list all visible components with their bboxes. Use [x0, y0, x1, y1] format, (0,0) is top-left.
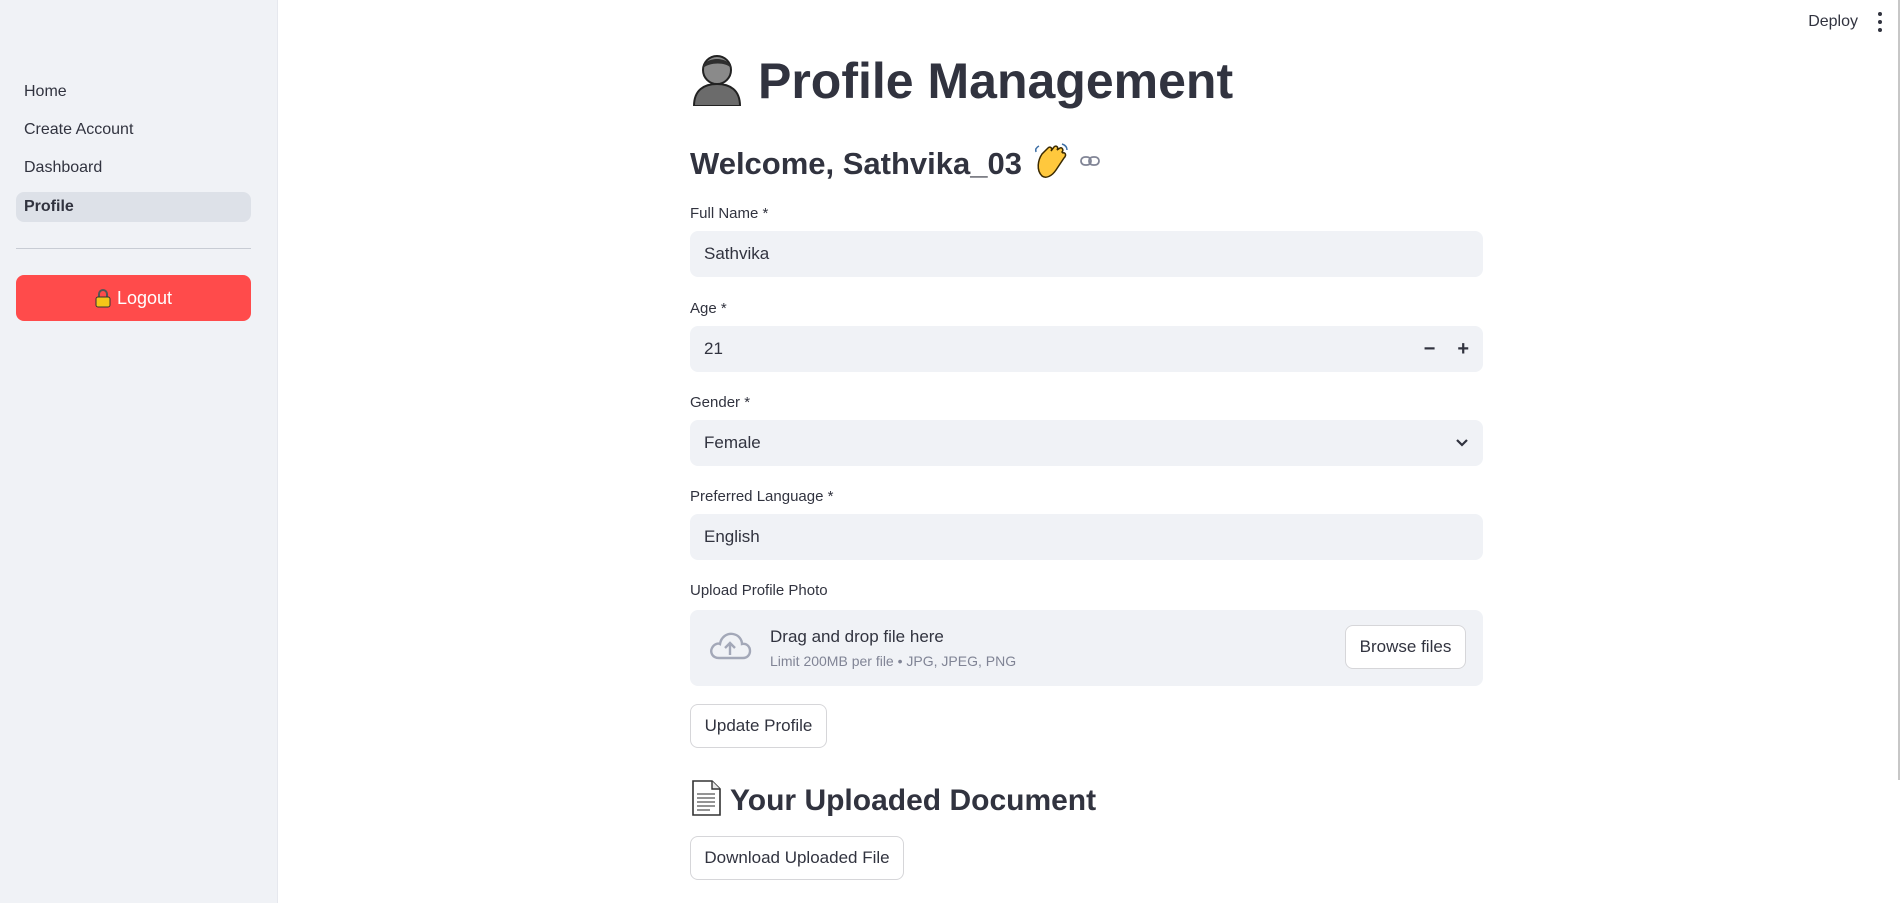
sidebar-item-home[interactable]: Home — [16, 77, 251, 107]
dropzone-title: Drag and drop file here — [770, 627, 944, 646]
dropzone-text: Drag and drop file here Limit 200MB per … — [770, 627, 1016, 669]
documents-heading-text: Your Uploaded Document — [730, 783, 1097, 817]
link-icon[interactable] — [1080, 154, 1100, 173]
welcome-heading: Welcome, Sathvika_03 — [690, 142, 1100, 185]
age-stepper: − + — [1424, 338, 1469, 361]
lock-icon — [95, 288, 111, 308]
documents-heading: Your Uploaded Document — [690, 780, 1096, 821]
more-menu-icon[interactable] — [1878, 12, 1884, 32]
update-profile-button[interactable]: Update Profile — [690, 704, 827, 748]
gender-value: Female — [704, 433, 761, 452]
gender-select[interactable]: Female — [690, 420, 1483, 466]
sidebar-item-profile[interactable]: Profile — [16, 192, 251, 222]
browse-files-button[interactable]: Browse files — [1345, 625, 1466, 669]
age-label: Age * — [690, 300, 727, 317]
sidebar: Home Create Account Dashboard Profile Lo… — [0, 0, 278, 903]
page-title: Profile Management — [690, 50, 1233, 111]
document-icon — [690, 780, 722, 821]
page-title-text: Profile Management — [758, 52, 1234, 109]
language-value: English — [704, 527, 760, 546]
language-input[interactable]: English — [690, 514, 1483, 560]
sidebar-divider — [16, 248, 251, 249]
sidebar-item-dashboard[interactable]: Dashboard — [16, 153, 251, 183]
welcome-text: Welcome, Sathvika_03 — [690, 145, 1022, 181]
logout-label: Logout — [116, 287, 173, 308]
cloud-upload-icon — [708, 630, 752, 667]
header-toolbar: Deploy — [1808, 12, 1884, 32]
sidebar-item-create-account[interactable]: Create Account — [16, 115, 251, 145]
logout-button[interactable]: Logout — [16, 275, 251, 321]
age-value: 21 — [704, 339, 723, 358]
full-name-value: Sathvika — [704, 244, 770, 263]
person-icon — [690, 50, 744, 111]
gender-label: Gender * — [690, 394, 751, 411]
full-name-label: Full Name * — [690, 205, 769, 222]
full-name-input[interactable]: Sathvika — [690, 231, 1483, 277]
dropzone-limit: Limit 200MB per file • JPG, JPEG, PNG — [770, 653, 1017, 669]
deploy-button[interactable]: Deploy — [1808, 13, 1858, 31]
decrement-button[interactable]: − — [1424, 338, 1436, 361]
increment-button[interactable]: + — [1457, 338, 1469, 361]
language-label: Preferred Language * — [690, 488, 834, 505]
upload-label: Upload Profile Photo — [690, 582, 828, 599]
chevron-down-icon — [1455, 433, 1469, 453]
age-input[interactable]: 21 − + — [690, 326, 1483, 372]
download-file-button[interactable]: Download Uploaded File — [690, 836, 904, 880]
waving-hand-icon — [1032, 142, 1070, 185]
